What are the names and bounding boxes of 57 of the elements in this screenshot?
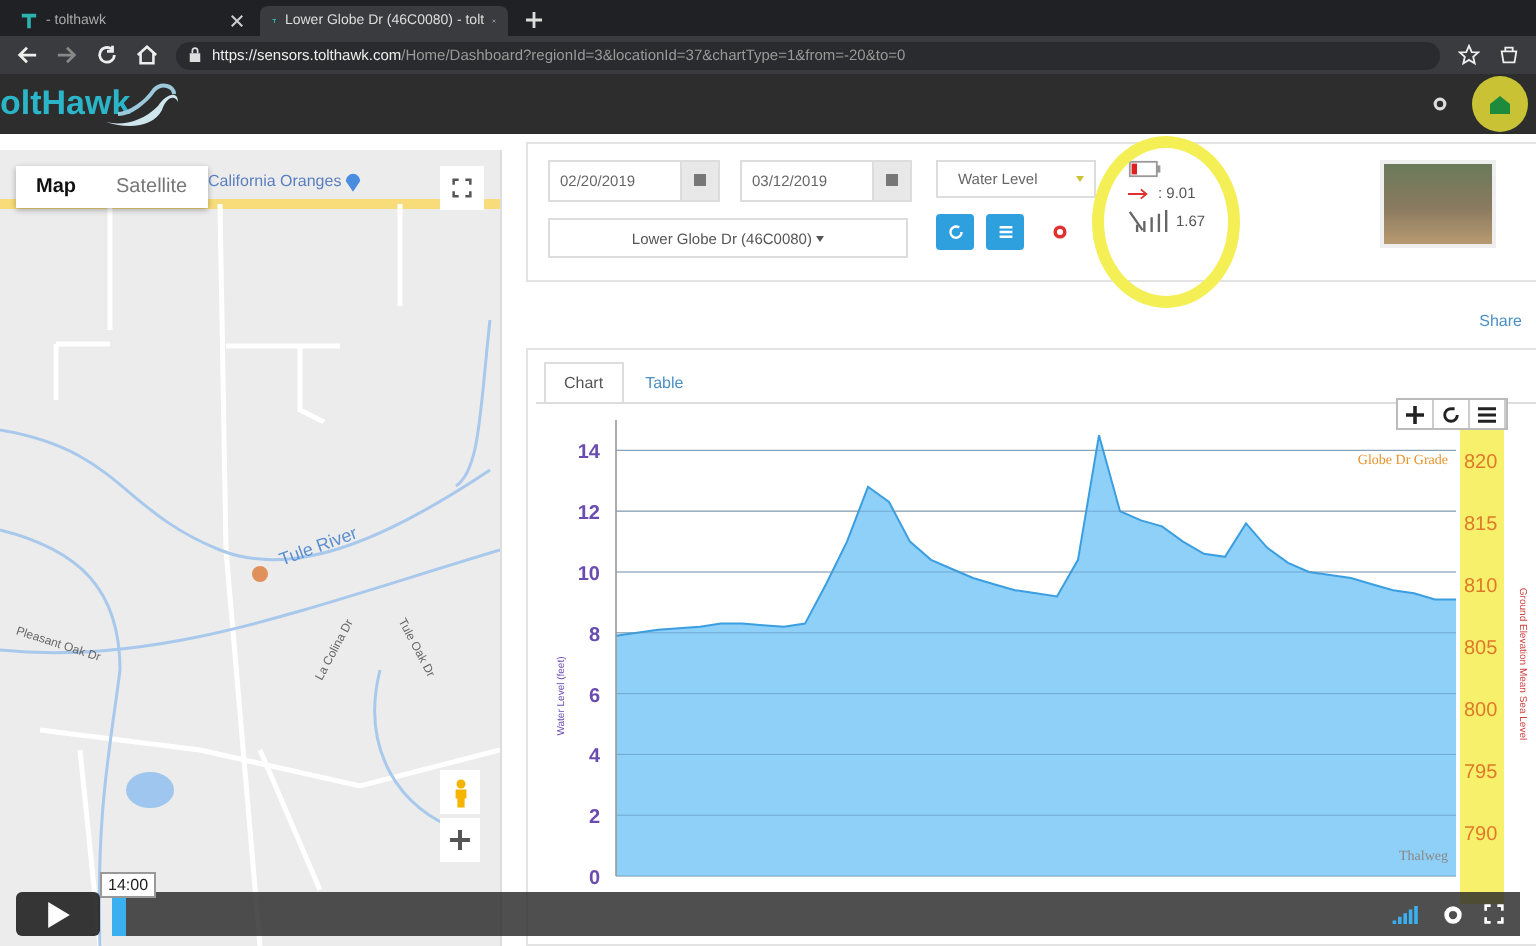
photo-placeholder[interactable] xyxy=(1380,160,1496,248)
t-logo-icon xyxy=(20,12,38,30)
home-icon[interactable] xyxy=(136,44,158,66)
chart-tab[interactable]: Table xyxy=(627,362,702,402)
plus-icon xyxy=(450,830,470,850)
time-tooltip: 14:00 xyxy=(100,872,157,898)
axis-tick-label: 14 xyxy=(577,442,600,465)
axis-tick-label: 790 xyxy=(1464,824,1498,846)
play-button[interactable] xyxy=(16,892,100,936)
calendar-icon xyxy=(872,162,910,200)
play-icon xyxy=(47,901,69,927)
person-icon xyxy=(451,777,469,807)
list-button[interactable] xyxy=(986,214,1024,250)
star-icon[interactable] xyxy=(1458,44,1480,66)
new-tab-icon[interactable] xyxy=(524,10,544,30)
axis-tick-label: 800 xyxy=(1464,700,1498,722)
arrow-icon xyxy=(1128,187,1150,199)
settings-icon[interactable] xyxy=(1432,96,1448,112)
reload-icon[interactable] xyxy=(96,44,118,66)
fullscreen-icon[interactable] xyxy=(1484,904,1504,924)
close-icon[interactable] xyxy=(230,14,244,28)
plus-icon xyxy=(1406,405,1424,423)
refresh-button[interactable] xyxy=(936,214,974,250)
axis-tick-label: 820 xyxy=(1464,452,1498,474)
fullscreen-icon xyxy=(452,178,472,198)
axis-tick-label: 805 xyxy=(1464,638,1498,660)
axis-tick-label: 2 xyxy=(588,807,600,830)
river-label: Tule River xyxy=(276,522,360,570)
chart-tab[interactable]: Chart xyxy=(544,362,624,402)
map-type-button[interactable]: Map xyxy=(16,166,96,208)
axis-tick-label: 795 xyxy=(1464,762,1498,784)
menu-icon xyxy=(1478,405,1496,423)
gear-icon[interactable] xyxy=(1052,224,1068,240)
map-type-button[interactable]: Satellite xyxy=(96,166,208,208)
zoom-in-button[interactable] xyxy=(440,818,480,862)
axis-tick-label: 12 xyxy=(577,503,600,526)
axis-tick-label: 4 xyxy=(588,746,600,769)
lock-icon xyxy=(188,46,202,64)
app-logo[interactable]: oltHawk xyxy=(0,78,183,130)
fullscreen-button[interactable] xyxy=(440,166,484,210)
map-pin-icon xyxy=(344,170,362,192)
calendar-icon xyxy=(680,162,718,200)
axis-tick-label: 6 xyxy=(588,685,600,708)
axis-tick-label: 815 xyxy=(1464,514,1498,536)
reload-icon xyxy=(1442,405,1460,423)
signal-icon xyxy=(1128,208,1168,234)
back-icon[interactable] xyxy=(16,44,38,66)
extension-icon[interactable] xyxy=(1498,44,1520,66)
axis-tick-label: 810 xyxy=(1464,576,1498,598)
battery-icon xyxy=(1128,160,1164,178)
list-icon xyxy=(997,224,1013,240)
axis-tick-label: 0 xyxy=(588,868,600,890)
forward-icon[interactable] xyxy=(56,44,78,66)
axis-tick-label: 10 xyxy=(577,564,600,586)
axis-tick-label: 8 xyxy=(588,624,600,647)
refresh-icon xyxy=(947,224,963,240)
volume-icon[interactable] xyxy=(1392,905,1422,923)
